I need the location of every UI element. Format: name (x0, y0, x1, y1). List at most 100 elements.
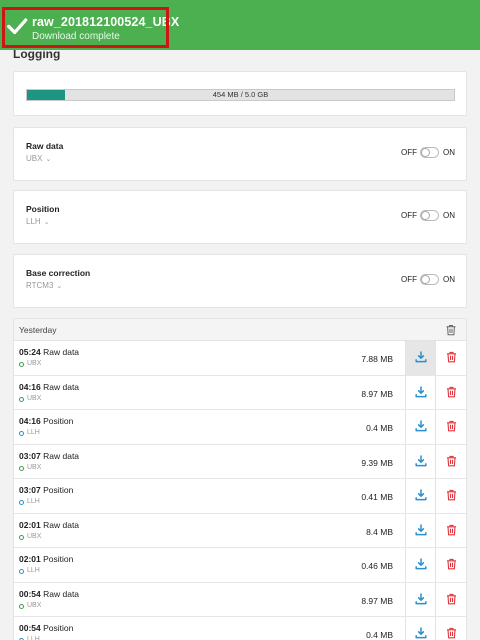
log-entry-time: 00:54 (19, 623, 41, 633)
format-dot-icon (19, 569, 24, 574)
log-entry-format: LLH (27, 498, 40, 505)
delete-button[interactable] (436, 583, 466, 617)
storage-progress-text: 454 MB / 5.0 GB (212, 90, 269, 99)
position-toggle[interactable] (420, 210, 439, 221)
raw-data-format-select[interactable]: UBX ⌄ (26, 154, 51, 163)
format-dot-icon (19, 362, 24, 367)
trash-icon (447, 558, 456, 570)
format-dot-icon (19, 431, 24, 436)
download-button[interactable] (405, 548, 436, 582)
setting-label: Base correction (26, 268, 91, 278)
delete-button[interactable] (436, 617, 466, 640)
log-entry-size: 8.97 MB (361, 388, 393, 399)
toggle-knob (421, 211, 430, 220)
toggle-on-label: ON (443, 211, 455, 220)
log-entry-format: UBX (27, 463, 42, 471)
log-entry-name: Raw data (43, 347, 80, 357)
toggle-on-label: ON (443, 148, 455, 157)
log-entry-format: UBX (27, 394, 42, 402)
trash-icon (447, 627, 456, 639)
log-entry-format: UBX (27, 601, 42, 609)
format-dot-icon (19, 465, 24, 471)
format-dot-icon (19, 603, 24, 609)
toggle-off-label: OFF (401, 211, 417, 220)
log-entry-title: 04:16 Raw data (19, 382, 79, 392)
log-row: 04:16 Raw data UBX 8.97 MB (14, 375, 466, 410)
log-entry-time: 04:16 (19, 381, 41, 392)
log-entry-format: LLH (27, 636, 40, 640)
log-entry-time: 00:54 (19, 588, 41, 599)
log-entry-name: Position (43, 485, 74, 495)
toggle-knob (421, 148, 430, 157)
download-button[interactable] (405, 582, 436, 616)
log-entry-title: 02:01 Raw data (19, 520, 79, 530)
log-entry-size: 0.4 MB (366, 630, 393, 640)
log-entry-size: 0.41 MB (361, 492, 393, 502)
base-correction-setting: Base correction RTCM3 ⌄ OFF ON (13, 254, 467, 308)
log-entry-name: Position (43, 554, 74, 564)
delete-button[interactable] (436, 479, 466, 513)
delete-button[interactable] (436, 514, 466, 548)
log-entry-time: 05:24 (19, 347, 41, 357)
log-row: 05:24 Raw data UBX 7.88 MB (14, 341, 466, 376)
trash-icon[interactable] (445, 324, 457, 336)
log-entry-format: UBX (27, 360, 42, 367)
log-entry-title: 04:16 Position (19, 416, 73, 426)
delete-button[interactable] (436, 445, 466, 479)
raw-data-toggle[interactable] (420, 147, 439, 158)
chevron-down-icon: ⌄ (43, 219, 50, 226)
download-icon (415, 523, 427, 535)
download-button[interactable] (405, 513, 436, 547)
setting-label: Raw data (26, 141, 64, 151)
position-format-select[interactable]: LLH ⌄ (26, 217, 50, 226)
delete-button[interactable] (436, 376, 466, 410)
download-complete-banner: raw_201812100524_UBX Download complete (0, 0, 480, 50)
log-row: 00:54 Raw data UBX 8.97 MB (14, 582, 466, 617)
log-entry-name: Raw data (43, 450, 80, 461)
delete-button[interactable] (436, 548, 466, 582)
download-button[interactable] (405, 375, 436, 409)
log-entry-size: 8.4 MB (366, 526, 393, 537)
format-dot-icon (19, 534, 24, 540)
storage-card: 454 MB / 5.0 GB (13, 71, 467, 116)
toggle-off-label: OFF (401, 275, 417, 284)
log-row: 00:54 Position LLH 0.4 MB (14, 617, 466, 640)
delete-button[interactable] (436, 341, 466, 375)
log-entry-time: 02:01 (19, 519, 41, 530)
download-button[interactable] (405, 479, 436, 513)
log-entry-size: 8.97 MB (361, 595, 393, 606)
format-dot-icon (19, 396, 24, 402)
log-entry-size: 0.46 MB (361, 561, 393, 571)
log-entry-time: 03:07 (19, 485, 41, 495)
chevron-down-icon: ⌄ (45, 156, 52, 163)
trash-icon (447, 489, 456, 501)
log-group-title: Yesterday (19, 325, 57, 335)
trash-icon (447, 420, 456, 432)
download-button[interactable] (405, 444, 436, 478)
download-button[interactable] (405, 617, 436, 640)
base-correction-toggle[interactable] (420, 274, 439, 285)
log-entry-format: LLH (27, 429, 40, 436)
log-group-header: Yesterday (14, 319, 466, 341)
log-entry-name: Position (43, 416, 74, 426)
download-button[interactable] (405, 410, 436, 444)
log-entry-title: 00:54 Raw data (19, 589, 79, 599)
storage-progress-bar: 454 MB / 5.0 GB (26, 89, 455, 101)
log-entry-name: Raw data (43, 588, 80, 599)
download-icon (415, 454, 427, 466)
log-entry-title: 05:24 Raw data (19, 347, 79, 357)
format-value: LLH (26, 217, 41, 226)
log-entry-name: Raw data (43, 381, 80, 392)
position-setting: Position LLH ⌄ OFF ON (13, 190, 467, 244)
toggle-knob (421, 275, 430, 284)
trash-icon (447, 351, 456, 363)
delete-button[interactable] (436, 410, 466, 444)
download-button[interactable] (405, 341, 436, 375)
log-entry-size: 9.39 MB (361, 457, 393, 468)
base-correction-format-select[interactable]: RTCM3 ⌄ (26, 281, 62, 290)
log-entry-format: UBX (27, 532, 42, 540)
log-row: 03:07 Raw data UBX 9.39 MB (14, 444, 466, 479)
download-icon (415, 627, 427, 639)
format-value: UBX (26, 154, 43, 163)
toggle-on-label: ON (443, 275, 455, 284)
